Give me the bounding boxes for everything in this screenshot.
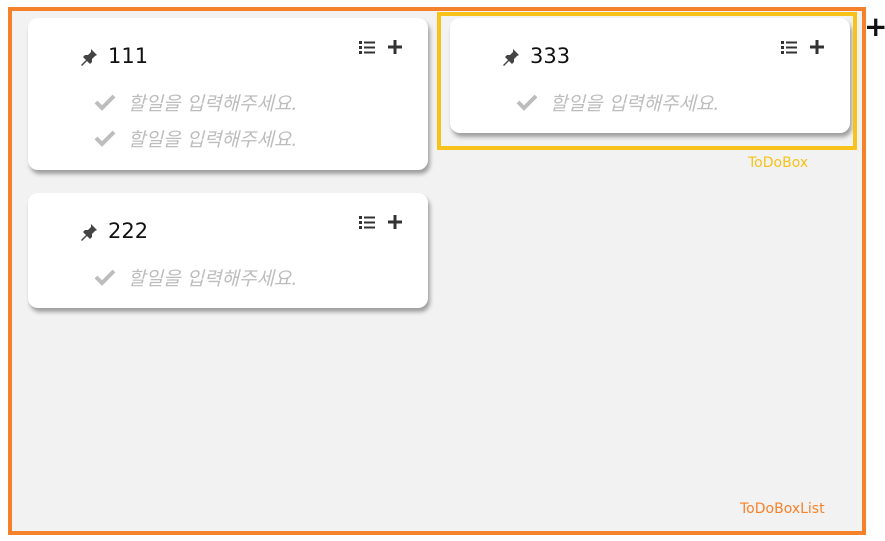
- todo-item-text[interactable]: 할일을 입력해주세요.: [128, 264, 297, 291]
- todo-box-title[interactable]: 222: [108, 219, 148, 243]
- todo-box: 222 할일을 입력해주세요.: [28, 193, 428, 308]
- todo-box-title-row: 111: [80, 44, 148, 68]
- todo-item[interactable]: 할일을 입력해주세요.: [94, 263, 297, 291]
- todo-box: 111 할일을 입력해주세요. 할일을 입력해주세요.: [28, 18, 428, 170]
- plus-icon[interactable]: [386, 213, 404, 231]
- check-icon[interactable]: [94, 268, 116, 286]
- pushpin-icon[interactable]: [80, 47, 98, 66]
- todo-item[interactable]: 할일을 입력해주세요.: [94, 124, 297, 152]
- todo-item[interactable]: 할일을 입력해주세요.: [94, 88, 297, 116]
- todo-box-tools: [358, 213, 404, 231]
- check-icon[interactable]: [94, 93, 116, 111]
- pushpin-icon[interactable]: [80, 222, 98, 241]
- todo-box-tools: [358, 38, 404, 56]
- todo-box-title[interactable]: 111: [108, 44, 148, 68]
- todo-box-highlight: [437, 12, 857, 150]
- todo-box-list-label: ToDoBoxList: [740, 501, 825, 517]
- check-icon[interactable]: [94, 129, 116, 147]
- todo-item-text[interactable]: 할일을 입력해주세요.: [128, 89, 297, 116]
- add-box-button[interactable]: +: [864, 12, 885, 42]
- todo-box-label: ToDoBox: [748, 155, 809, 171]
- todo-item-text[interactable]: 할일을 입력해주세요.: [128, 125, 297, 152]
- list-icon[interactable]: [358, 213, 376, 231]
- list-icon[interactable]: [358, 38, 376, 56]
- plus-icon[interactable]: [386, 38, 404, 56]
- todo-box-title-row: 222: [80, 219, 148, 243]
